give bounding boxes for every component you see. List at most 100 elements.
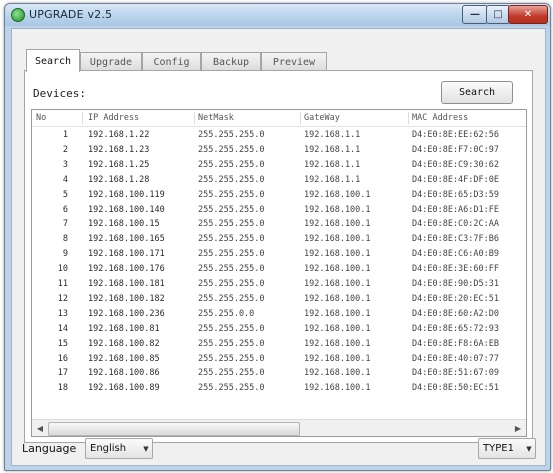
language-label: Language bbox=[22, 442, 77, 455]
tab-backup[interactable]: Backup bbox=[201, 52, 261, 71]
tab-config[interactable]: Config bbox=[142, 52, 201, 71]
cell-mask: 255.255.0.0 bbox=[198, 308, 255, 319]
table-row[interactable]: 17 192.168.100.86 255.255.255.0 192.168.100… bbox=[32, 366, 526, 380]
cell-no: 18 bbox=[57, 383, 68, 394]
cell-mac: D4:E0:8E:65:D3:59 bbox=[412, 189, 499, 200]
tab-preview[interactable]: Preview bbox=[261, 52, 327, 71]
cell-ip: 192.168.1.28 bbox=[88, 174, 150, 185]
minimize-button[interactable]: — bbox=[462, 5, 488, 24]
cell-gw: 192.168.100.1 bbox=[304, 264, 371, 275]
window-title: UPGRADE v2.5 bbox=[29, 8, 113, 21]
table-row[interactable]: 7 192.168.100.15 255.255.255.0 192.168.100.… bbox=[32, 217, 526, 231]
cell-mac: D4:E0:8E:65:72:93 bbox=[412, 323, 499, 334]
cell-mask: 255.255.255.0 bbox=[198, 383, 265, 394]
cell-mac: D4:E0:8E:A6:D1:FE bbox=[412, 204, 499, 215]
table-row[interactable]: 13 192.168.100.236 255.255.0.0 192.168.100.… bbox=[32, 307, 526, 321]
cell-mac: D4:E0:8E:20:EC:51 bbox=[412, 293, 499, 304]
column-header-gateway[interactable]: GateWay bbox=[304, 110, 340, 126]
cell-no: 11 bbox=[57, 279, 68, 289]
cell-mac: D4:E0:8E:51:67:09 bbox=[412, 368, 499, 379]
table-row[interactable]: 8 192.168.100.165 255.255.255.0 192.168.100… bbox=[32, 232, 526, 246]
cell-mac: D4:E0:8E:90:D5:31 bbox=[412, 279, 499, 289]
column-divider bbox=[82, 112, 83, 124]
scroll-thumb[interactable] bbox=[48, 422, 300, 436]
maximize-icon: □ bbox=[493, 9, 503, 20]
chevron-down-icon: ▼ bbox=[526, 444, 532, 453]
table-row[interactable]: 6 192.168.100.140 255.255.255.0 192.168.100… bbox=[32, 203, 526, 217]
cell-gw: 192.168.100.1 bbox=[304, 308, 371, 319]
table-row[interactable]: 18 192.168.100.89 255.255.255.0 192.168.100… bbox=[32, 381, 526, 395]
table-row[interactable]: 16 192.168.100.85 255.255.255.0 192.168.100… bbox=[32, 352, 526, 366]
cell-gw: 192.168.100.1 bbox=[304, 338, 371, 349]
cell-gw: 192.168.100.1 bbox=[304, 293, 371, 304]
table-row[interactable]: 5 192.168.100.119 255.255.255.0 192.168.100… bbox=[32, 188, 526, 202]
cell-mask: 255.255.255.0 bbox=[198, 293, 265, 304]
table-row[interactable]: 11 192.168.100.181 255.255.255.0 192.168.10… bbox=[32, 277, 526, 291]
cell-mac: D4:E0:8E:C3:7F:B6 bbox=[412, 234, 499, 245]
list-header: No IP Address NetMask GateWay MAC Addres… bbox=[32, 110, 526, 127]
cell-gw: 192.168.100.1 bbox=[304, 234, 371, 245]
close-button[interactable]: ✕ bbox=[508, 5, 548, 24]
table-row[interactable]: 1 192.168.1.22 255.255.255.0 192.168.1.1 D4:… bbox=[32, 128, 526, 142]
table-row[interactable]: 4 192.168.1.28 255.255.255.0 192.168.1.1 D4:… bbox=[32, 173, 526, 187]
cell-gw: 192.168.1.1 bbox=[304, 130, 361, 140]
app-window: UPGRADE v2.5 — □ ✕ Search Upgrade Config… bbox=[4, 3, 551, 471]
table-row[interactable]: 2 192.168.1.23 255.255.255.0 192.168.1.1 D4:… bbox=[32, 143, 526, 157]
cell-mask: 255.255.255.0 bbox=[198, 338, 265, 349]
device-list[interactable]: No IP Address NetMask GateWay MAC Addres… bbox=[31, 109, 527, 437]
cell-mac: D4:E0:8E:C0:2C:AA bbox=[412, 219, 499, 230]
table-row[interactable]: 14 192.168.100.81 255.255.255.0 192.168.100… bbox=[32, 322, 526, 336]
cell-mask: 255.255.255.0 bbox=[198, 174, 265, 185]
cell-mask: 255.255.255.0 bbox=[198, 189, 265, 200]
cell-no: 7 bbox=[62, 219, 68, 230]
cell-gw: 192.168.1.1 bbox=[304, 159, 361, 170]
cell-gw: 192.168.1.1 bbox=[304, 174, 361, 185]
cell-ip: 192.168.100.140 bbox=[88, 204, 165, 215]
cell-no: 13 bbox=[57, 308, 68, 319]
tab-label: Search bbox=[34, 55, 72, 67]
language-select[interactable]: English ▼ bbox=[85, 438, 153, 459]
search-panel: Devices: Search No IP Address NetMask Ga… bbox=[24, 70, 533, 443]
type-select[interactable]: TYPE1 ▼ bbox=[478, 438, 536, 459]
cell-mask: 255.255.255.0 bbox=[198, 234, 265, 245]
scroll-right-icon[interactable]: ▶ bbox=[510, 420, 526, 436]
cell-mask: 255.255.255.0 bbox=[198, 144, 265, 155]
cell-mac: D4:E0:8E:60:A2:D0 bbox=[412, 308, 499, 319]
maximize-button[interactable]: □ bbox=[486, 5, 510, 24]
horizontal-scrollbar[interactable]: ◀ ▶ bbox=[32, 419, 526, 436]
cell-ip: 192.168.100.82 bbox=[88, 338, 160, 349]
column-header-mac[interactable]: MAC Address bbox=[412, 110, 468, 126]
scroll-left-icon[interactable]: ◀ bbox=[32, 420, 48, 436]
tab-upgrade[interactable]: Upgrade bbox=[80, 52, 142, 71]
cell-ip: 192.168.100.181 bbox=[88, 279, 165, 289]
table-row[interactable]: 9 192.168.100.171 255.255.255.0 192.168.100… bbox=[32, 247, 526, 261]
cell-mask: 255.255.255.0 bbox=[198, 159, 265, 170]
table-row[interactable]: 12 192.168.100.182 255.255.255.0 192.168.10… bbox=[32, 292, 526, 306]
column-divider bbox=[408, 112, 409, 124]
cell-ip: 192.168.1.23 bbox=[88, 144, 150, 155]
cell-mask: 255.255.255.0 bbox=[198, 353, 265, 364]
minimize-icon: — bbox=[470, 9, 480, 20]
cell-no: 14 bbox=[57, 323, 68, 334]
cell-no: 6 bbox=[62, 204, 68, 215]
tab-search[interactable]: Search bbox=[26, 49, 80, 72]
cell-gw: 192.168.100.1 bbox=[304, 279, 371, 289]
table-row[interactable]: 3 192.168.1.25 255.255.255.0 192.168.1.1 D4:… bbox=[32, 158, 526, 172]
column-header-netmask[interactable]: NetMask bbox=[198, 110, 234, 126]
cell-ip: 192.168.100.119 bbox=[88, 189, 165, 200]
cell-ip: 192.168.100.86 bbox=[88, 368, 160, 379]
column-header-ip[interactable]: IP Address bbox=[88, 110, 139, 126]
cell-mask: 255.255.255.0 bbox=[198, 323, 265, 334]
cell-mac: D4:E0:8E:C6:A0:B9 bbox=[412, 249, 499, 260]
table-row[interactable]: 15 192.168.100.82 255.255.255.0 192.168.100… bbox=[32, 337, 526, 351]
table-row[interactable]: 10 192.168.100.176 255.255.255.0 192.168.10… bbox=[32, 262, 526, 276]
title-bar[interactable]: UPGRADE v2.5 — □ ✕ bbox=[5, 4, 550, 26]
cell-no: 1 bbox=[62, 130, 68, 140]
cell-ip: 192.168.100.176 bbox=[88, 264, 165, 275]
cell-ip: 192.168.100.81 bbox=[88, 323, 160, 334]
cell-gw: 192.168.1.1 bbox=[304, 144, 361, 155]
column-header-no[interactable]: No bbox=[36, 110, 46, 126]
close-icon: ✕ bbox=[523, 9, 533, 20]
cell-ip: 192.168.100.165 bbox=[88, 234, 165, 245]
search-button[interactable]: Search bbox=[441, 81, 513, 104]
